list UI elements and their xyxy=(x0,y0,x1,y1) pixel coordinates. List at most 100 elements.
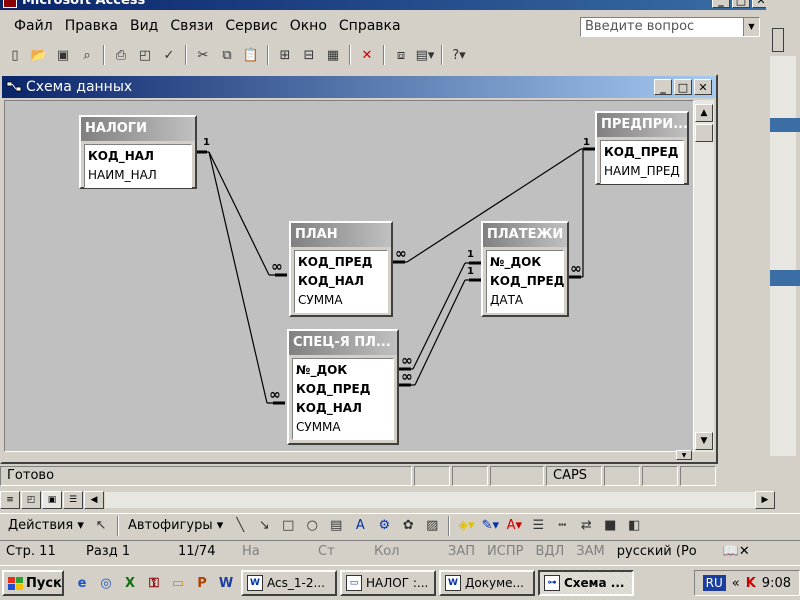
save-icon[interactable]: ▣ xyxy=(52,44,74,66)
scroll-right-button[interactable]: ▼ xyxy=(676,450,692,460)
language-indicator[interactable]: RU xyxy=(702,575,726,591)
print-icon[interactable]: ⎙ xyxy=(110,44,132,66)
field[interactable]: КОД_НАЛ xyxy=(298,272,384,291)
table-title[interactable]: СПЕЦ-Я ПЛ... xyxy=(289,331,397,355)
task-schema[interactable]: ⊶ Схема ... xyxy=(538,570,634,596)
table-platezhi[interactable]: ПЛАТЕЖИ №_ДОК КОД_ПРЕД ДАТА xyxy=(481,221,569,317)
menu-tools[interactable]: Сервис xyxy=(219,18,283,34)
picture-icon[interactable]: ▨ xyxy=(421,515,443,537)
start-button[interactable]: Пуск xyxy=(2,570,64,596)
field[interactable]: СУММА xyxy=(296,418,390,437)
line-icon[interactable]: ╲ xyxy=(229,515,251,537)
diagram-icon[interactable]: ⚙ xyxy=(373,515,395,537)
search-icon[interactable]: ⌕ xyxy=(76,44,98,66)
arrow-icon[interactable]: ↘ xyxy=(253,515,275,537)
antivirus-icon[interactable]: K xyxy=(746,576,756,591)
menu-window[interactable]: Окно xyxy=(284,18,333,34)
word-icon[interactable]: W xyxy=(214,571,238,595)
clipart-icon[interactable]: ✿ xyxy=(397,515,419,537)
status-ext[interactable]: ВДЛ xyxy=(529,544,570,559)
font-color-icon[interactable]: A▾ xyxy=(503,515,525,537)
web-view-icon[interactable]: ◰ xyxy=(21,491,41,509)
new-object-icon[interactable]: ▤▾ xyxy=(414,44,436,66)
excel-icon[interactable]: X xyxy=(118,571,142,595)
menu-help[interactable]: Справка xyxy=(333,18,407,34)
table-nalogi[interactable]: НАЛОГИ КОД_НАЛ НАИМ_НАЛ xyxy=(79,115,197,189)
print-layout-icon[interactable]: ▣ xyxy=(42,491,62,509)
rectangle-icon[interactable]: □ xyxy=(277,515,299,537)
print-preview-icon[interactable]: ◰ xyxy=(134,44,156,66)
help-question-input[interactable]: Введите вопрос ▼ xyxy=(580,17,760,37)
shadow-icon[interactable]: ■ xyxy=(599,515,621,537)
relationships-canvas[interactable]: 1 ∞ ∞ ∞ 1 ∞ 1 1 ∞ ∞ НАЛОГИ КОД_НАЛ НАИМ_… xyxy=(4,100,694,452)
autoshapes-menu[interactable]: Автофигуры ▾ xyxy=(124,518,227,533)
status-rec[interactable]: ЗАП xyxy=(442,544,481,559)
app-minimize-button[interactable]: _ xyxy=(712,0,730,8)
field[interactable]: КОД_НАЛ xyxy=(88,147,188,166)
menu-view[interactable]: Вид xyxy=(124,18,164,34)
schema-minimize-button[interactable]: _ xyxy=(654,79,672,95)
field[interactable]: ДАТА xyxy=(490,291,560,310)
field[interactable]: КОД_ПРЕД xyxy=(298,253,384,272)
field[interactable]: НАИМ_НАЛ xyxy=(88,166,188,185)
schema-window[interactable]: Схема данных _ □ ✕ 1 ∞ ∞ ∞ 1 ∞ 1 1 ∞ ∞ Н… xyxy=(0,74,718,464)
oval-icon[interactable]: ○ xyxy=(301,515,323,537)
field[interactable]: КОД_ПРЕД xyxy=(490,272,564,291)
field[interactable]: НАИМ_ПРЕД xyxy=(604,162,680,181)
select-objects-icon[interactable]: ↖ xyxy=(90,515,112,537)
task-document[interactable]: W Докуме... xyxy=(439,570,535,596)
field[interactable]: №_ДОК xyxy=(296,361,390,380)
table-title[interactable]: ПРЕДПРИ... xyxy=(597,113,687,137)
schema-maximize-button[interactable]: □ xyxy=(674,79,692,95)
field[interactable]: КОД_ПРЕД xyxy=(296,380,390,399)
horizontal-scroll-track[interactable] xyxy=(105,492,755,508)
menu-relationships[interactable]: Связи xyxy=(164,18,219,34)
task-nalog[interactable]: ▭ НАЛОГ :... xyxy=(340,570,436,596)
field[interactable]: СУММА xyxy=(298,291,384,310)
new-icon[interactable]: ▯ xyxy=(4,44,26,66)
dash-style-icon[interactable]: ┅ xyxy=(551,515,573,537)
menu-file[interactable]: Файл xyxy=(8,18,59,34)
fill-color-icon[interactable]: ◈▾ xyxy=(455,515,477,537)
task-acs[interactable]: W Acs_1-2... xyxy=(241,570,337,596)
copy-icon[interactable]: ⧉ xyxy=(216,44,238,66)
scroll-right-button[interactable]: ▶ xyxy=(755,491,775,509)
open-icon[interactable]: 📂 xyxy=(28,44,50,66)
field[interactable]: КОД_ПРЕД xyxy=(604,143,680,162)
wordart-icon[interactable]: A xyxy=(349,515,371,537)
delete-icon[interactable]: ✕ xyxy=(356,44,378,66)
table-predpriyatiya[interactable]: ПРЕДПРИ... КОД_ПРЕД НАИМ_ПРЕД xyxy=(595,111,689,185)
spelling-icon[interactable]: ✓ xyxy=(158,44,180,66)
scroll-thumb[interactable] xyxy=(695,124,713,142)
table-title[interactable]: НАЛОГИ xyxy=(81,117,195,141)
app-titlebar[interactable]: Microsoft Access _ □ ✕ xyxy=(0,0,770,10)
table-title[interactable]: ПЛАТЕЖИ xyxy=(483,223,567,247)
internet-explorer-icon[interactable]: e xyxy=(70,571,94,595)
scroll-up-button[interactable]: ▲ xyxy=(695,104,713,122)
show-direct-icon[interactable]: ⊟ xyxy=(298,44,320,66)
field[interactable]: КОД_НАЛ xyxy=(296,399,390,418)
field[interactable]: №_ДОК xyxy=(490,253,560,272)
draw-actions-menu[interactable]: Действия ▾ xyxy=(4,518,88,533)
folder-icon[interactable]: ▭ xyxy=(166,571,190,595)
outline-view-icon[interactable]: ☰ xyxy=(63,491,83,509)
show-all-icon[interactable]: ▦ xyxy=(322,44,344,66)
database-window-icon[interactable]: ⧈ xyxy=(390,44,412,66)
3d-icon[interactable]: ◧ xyxy=(623,515,645,537)
status-ovr[interactable]: ЗАМ xyxy=(570,544,610,559)
help-dropdown-icon[interactable]: ▼ xyxy=(743,18,759,36)
help-icon[interactable]: ?▾ xyxy=(448,44,470,66)
spelling-status-icon[interactable]: 📖✕ xyxy=(717,544,756,559)
normal-view-icon[interactable]: ≡ xyxy=(0,491,20,509)
arrow-style-icon[interactable]: ⇄ xyxy=(575,515,597,537)
vertical-scrollbar[interactable]: ▲ ▼ xyxy=(694,100,714,452)
line-style-icon[interactable]: ☰ xyxy=(527,515,549,537)
line-color-icon[interactable]: ✎▾ xyxy=(479,515,501,537)
menu-edit[interactable]: Правка xyxy=(59,18,124,34)
access-icon[interactable]: ⚿ xyxy=(142,571,166,595)
app-maximize-button[interactable]: □ xyxy=(732,0,750,8)
show-table-icon[interactable]: ⊞ xyxy=(274,44,296,66)
table-plan[interactable]: ПЛАН КОД_ПРЕД КОД_НАЛ СУММА xyxy=(289,221,393,317)
horizontal-scrollbar[interactable]: ▼ xyxy=(454,450,694,462)
outlook-icon[interactable]: ◎ xyxy=(94,571,118,595)
